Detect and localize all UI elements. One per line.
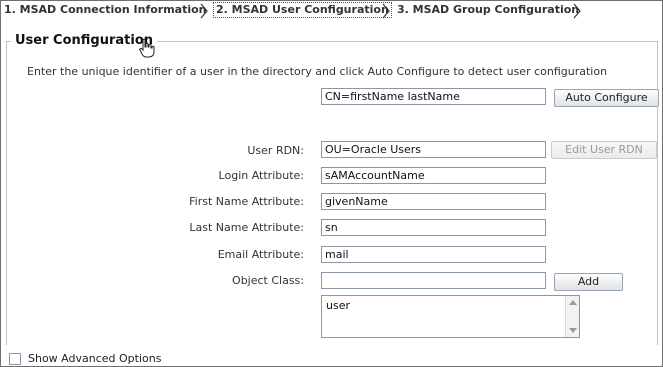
step-group-configuration[interactable]: 3. MSAD Group Configuration [397, 3, 579, 17]
section-title: User Configuration [11, 32, 158, 49]
email-attribute-label: Email Attribute: [217, 248, 304, 261]
scroll-down-icon[interactable] [569, 328, 577, 333]
user-rdn-label: User RDN: [247, 144, 304, 157]
chevron-right-icon [382, 3, 390, 19]
show-advanced-options-checkbox[interactable] [9, 353, 21, 365]
first-name-attribute-label: First Name Attribute: [189, 195, 304, 208]
chevron-right-icon [573, 3, 581, 19]
first-name-attribute-input[interactable]: givenName [321, 193, 546, 210]
user-identifier-input[interactable]: CN=firstName lastName [321, 88, 546, 105]
step-user-configuration[interactable]: 2. MSAD User Configuration [213, 2, 392, 18]
step-connection-information[interactable]: 1. MSAD Connection Information [4, 3, 207, 17]
wizard-window: 1. MSAD Connection Information 2. MSAD U… [0, 0, 663, 367]
auto-configure-button[interactable]: Auto Configure [554, 89, 659, 107]
object-class-input[interactable] [321, 272, 546, 289]
object-class-label: Object Class: [232, 274, 304, 287]
wizard-steps: 1. MSAD Connection Information 2. MSAD U… [1, 1, 663, 23]
login-attribute-label: Login Attribute: [218, 169, 304, 182]
email-attribute-input[interactable]: mail [321, 246, 546, 263]
login-attribute-input[interactable]: sAMAccountName [321, 167, 546, 184]
list-scrollbar[interactable] [565, 296, 579, 337]
show-advanced-options-label: Show Advanced Options [28, 352, 162, 365]
object-class-list[interactable]: user [321, 295, 580, 338]
scroll-up-icon[interactable] [569, 300, 577, 305]
add-object-class-button[interactable]: Add [554, 273, 623, 291]
last-name-attribute-input[interactable]: sn [321, 219, 546, 236]
instructions-text: Enter the unique identifier of a user in… [27, 65, 608, 78]
hand-cursor-icon [139, 38, 155, 58]
edit-user-rdn-button: Edit User RDN [551, 141, 657, 159]
user-rdn-field: OU=Oracle Users [321, 141, 546, 158]
last-name-attribute-label: Last Name Attribute: [189, 221, 304, 234]
chevron-right-icon [200, 3, 208, 19]
list-item[interactable]: user [326, 299, 350, 312]
